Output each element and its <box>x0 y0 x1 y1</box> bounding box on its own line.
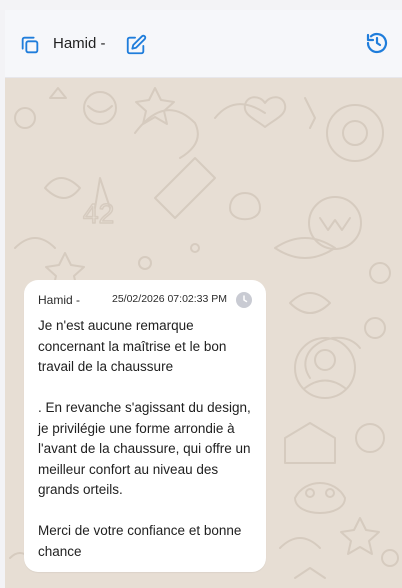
app-frame: Hamid - 42 Hamid - 25/02/2026 07:02:33 P… <box>5 10 402 588</box>
message-timestamp: 25/02/2026 07:02:33 PM <box>112 293 228 305</box>
chat-background: 42 Hamid - 25/02/2026 07:02:33 PM Je n'e… <box>5 78 402 588</box>
message-meta: Hamid - 25/02/2026 07:02:33 PM <box>38 292 252 308</box>
history-icon[interactable] <box>365 31 389 55</box>
copy-icon[interactable] <box>19 34 41 56</box>
clock-icon <box>236 292 252 308</box>
message-bubble[interactable]: Hamid - 25/02/2026 07:02:33 PM Je n'est … <box>24 280 266 572</box>
contact-name: Hamid - <box>53 35 106 52</box>
message-text: Je n'est aucune remarque concernant la m… <box>38 318 251 559</box>
svg-text:42: 42 <box>83 198 114 229</box>
edit-icon[interactable] <box>125 34 147 56</box>
chat-header: Hamid - <box>5 10 402 78</box>
message-sender: Hamid - <box>38 293 81 307</box>
